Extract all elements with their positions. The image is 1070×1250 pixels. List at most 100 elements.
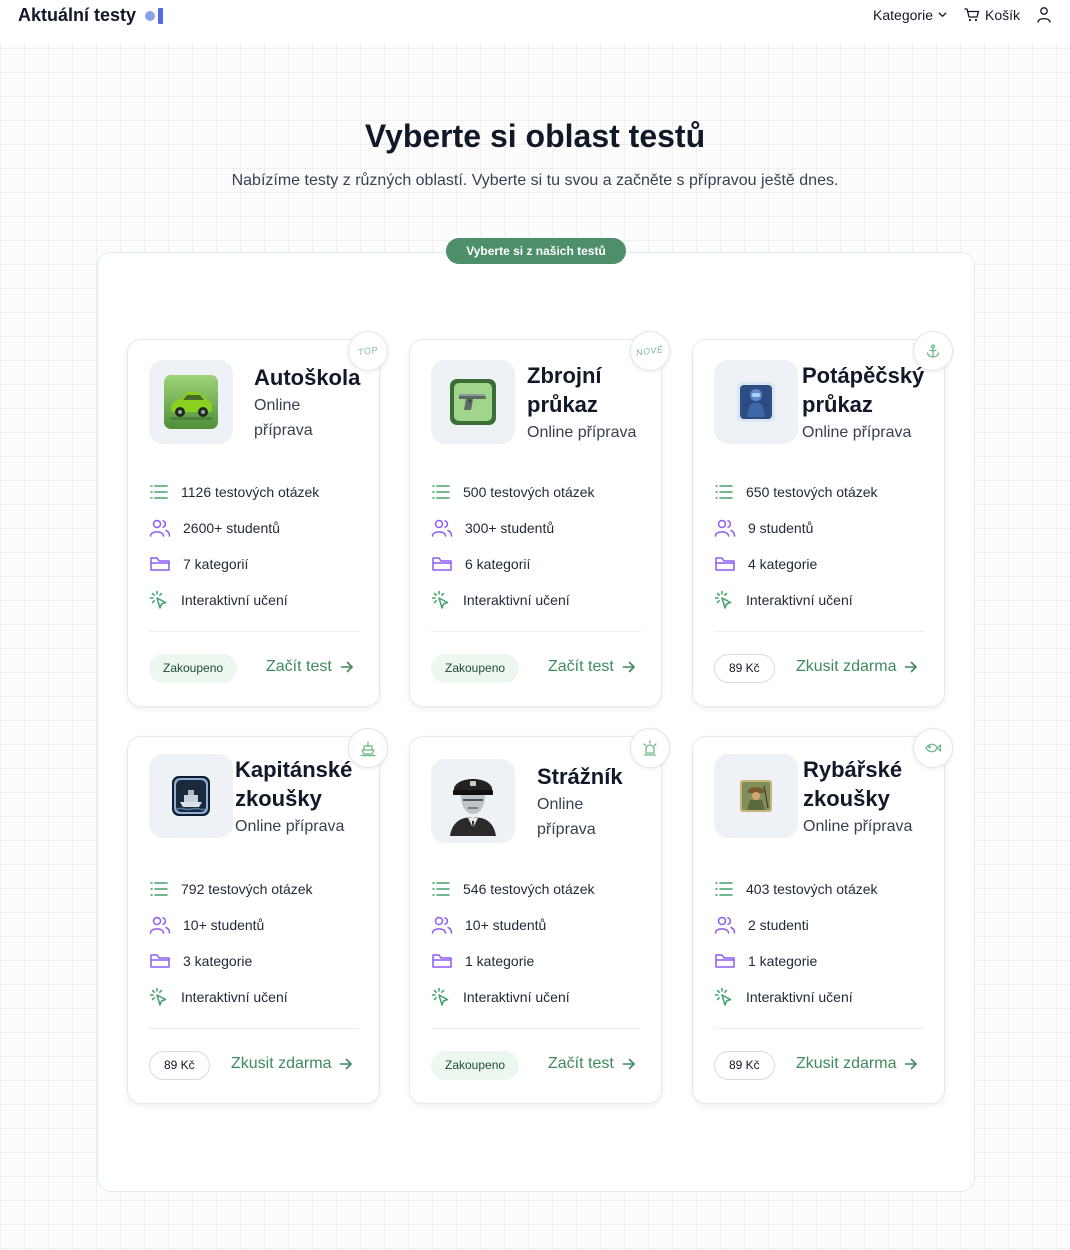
users-icon [431,916,453,934]
main-nav: Kategorie Košík [873,6,1052,23]
card-divider [149,631,359,632]
feature-students: 2600+ studentů [149,510,319,546]
card-title-line: Zbrojní [527,362,602,388]
feature-learning-label: Interaktivní učení [181,989,288,1005]
list-icon [150,882,168,896]
feature-categories: 1 kategorie [431,943,595,979]
test-card[interactable]: Strážník Online příprava 546 testových otáz… [409,728,670,1104]
feature-students: 10+ studentů [431,907,595,943]
siren-icon [630,728,670,768]
card-subtitle: Online příprava [803,814,912,839]
price-badge: 89 Kč [714,1051,775,1080]
feature-questions: 650 testových otázek [714,474,878,510]
try-free-button[interactable]: Zkusit zdarma [796,1055,918,1073]
card-title-line: zkoušky [803,785,890,811]
folder-icon [432,954,452,968]
card-title-line: Rybářské [803,756,903,782]
cursor-click-icon [714,590,732,609]
cursor-click-icon [149,987,167,1006]
cursor-click-icon [149,590,167,609]
folder-icon [715,954,735,968]
feature-learning-label: Interaktivní učení [463,989,570,1005]
purchased-badge: Zakoupeno [431,1051,520,1080]
list-icon [432,485,450,499]
card-subtitle-line: Online příprava [235,817,345,835]
arrow-right-icon [905,1058,918,1070]
feature-questions-label: 650 testových otázek [746,484,878,500]
arrow-right-icon [340,661,353,673]
arrow-right-icon [905,661,918,673]
site-logo[interactable]: Aktuální testy [18,5,164,26]
logo-text: Aktuální testy [18,5,137,25]
logo-dot-icon [145,10,156,21]
folder-icon [715,557,735,571]
fisherman-image [714,754,798,838]
card-title-line: Potápěčský [802,362,925,388]
cta-label: Zkusit zdarma [796,1055,897,1072]
card-subtitle-line: Online [537,795,584,813]
folder-icon [150,557,170,571]
test-card[interactable]: Zbrojní průkaz Online příprava NOVÉ 500 test… [409,331,670,707]
start-test-button[interactable]: Začít test [266,658,354,676]
feature-questions: 403 testových otázek [714,871,878,907]
list-icon [432,882,450,896]
feature-categories-label: 1 kategorie [748,953,818,969]
users-icon [714,916,736,934]
arrow-right-icon [622,661,635,673]
feature-students: 300+ studentů [431,510,595,546]
feature-students: 9 studentů [714,510,878,546]
users-icon [149,519,171,537]
top-header: Aktuální testy Kategorie Košík [0,0,1070,44]
card-title-line: Autoškola [254,364,361,390]
card-subtitle: Online příprava [527,420,636,445]
test-card[interactable]: Potápěčský průkaz Online příprava 650 testo… [692,331,953,707]
card-badge-label: NOVÉ [635,344,665,358]
fish-icon [913,728,953,768]
card-corner-badge: NOVÉ [630,331,670,371]
list-icon [715,485,733,499]
cta-label: Začít test [548,658,614,675]
feature-questions: 546 testových otázek [431,871,595,907]
card-title-line: průkaz [527,391,598,417]
test-card[interactable]: Autoškola Online příprava TOP 1126 testových… [127,331,388,707]
green-car-image [149,360,233,444]
card-subtitle-line: příprava [537,820,596,838]
users-icon [431,519,453,537]
nav-categories-dropdown[interactable]: Kategorie [873,7,948,23]
logo-bar-icon [158,7,164,24]
card-features: 403 testových otázek 2 studenti 1 kategori… [714,871,878,1015]
try-free-button[interactable]: Zkusit zdarma [231,1055,353,1073]
test-card[interactable]: Kapitánské zkoušky Online příprava 792 test… [127,728,388,1104]
folder-icon [150,954,170,968]
nav-cart-link[interactable]: Košík [964,7,1020,23]
card-title: Strážník [537,762,623,791]
card-title: Kapitánské zkoušky [235,755,352,813]
test-card[interactable]: Rybářské zkoušky Online příprava 403 testov… [692,728,953,1104]
feature-categories: 1 kategorie [714,943,878,979]
user-account-button[interactable] [1036,6,1052,23]
feature-learning-label: Interaktivní učení [463,592,570,608]
card-subtitle-line: Online příprava [802,423,912,441]
feature-students-label: 10+ studentů [183,917,265,933]
card-title: Rybářské zkoušky [803,755,902,813]
card-divider [149,1028,359,1029]
feature-learning: Interaktivní učení [431,582,595,618]
cursor-click-icon [431,590,449,609]
page-title: Vyberte si oblast testů [364,118,706,154]
feature-questions-label: 792 testových otázek [181,881,313,897]
try-free-button[interactable]: Zkusit zdarma [796,658,918,676]
ship-image [149,754,233,838]
feature-categories: 4 kategorie [714,546,878,582]
card-features: 1126 testových otázek 2600+ studentů 7 kat… [149,474,319,618]
feature-questions: 1126 testových otázek [149,474,319,510]
feature-students-label: 10+ studentů [465,917,547,933]
feature-learning: Interaktivní učení [431,979,595,1015]
section-pill: Vyberte si z našich testů [446,238,626,264]
card-features: 792 testových otázek 10+ studentů 3 katego… [149,871,313,1015]
cart-icon [964,7,980,21]
folder-icon [432,557,452,571]
feature-categories: 3 kategorie [149,943,313,979]
start-test-button[interactable]: Začít test [548,658,636,676]
feature-learning: Interaktivní učení [149,979,313,1015]
start-test-button[interactable]: Začít test [548,1055,636,1073]
